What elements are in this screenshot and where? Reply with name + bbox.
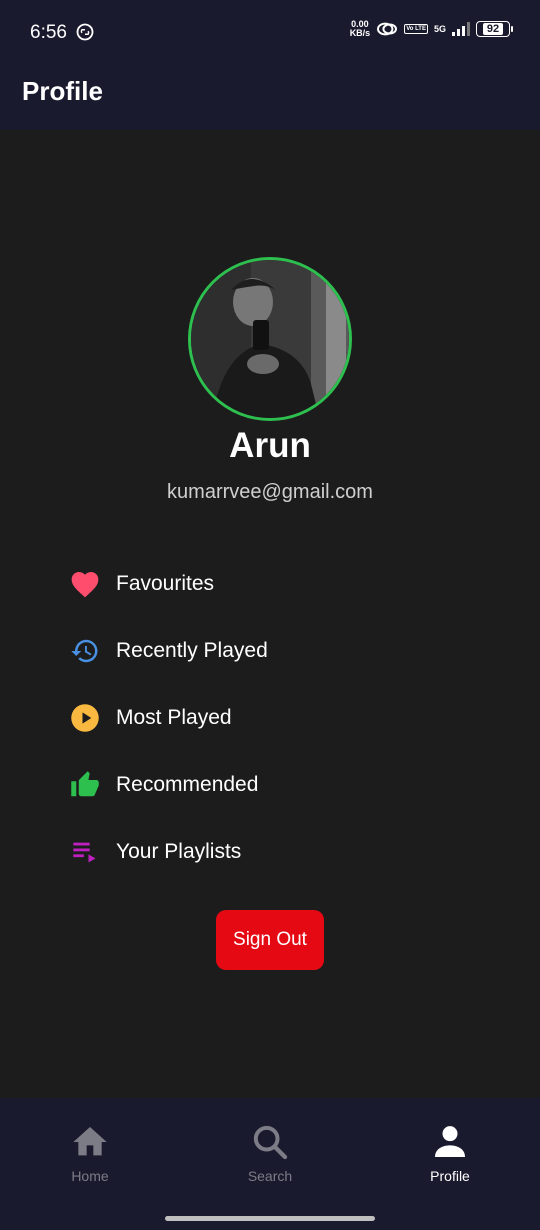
battery-level: 92 <box>482 23 504 35</box>
play-circle-icon <box>68 701 102 735</box>
tab-search[interactable]: Search <box>210 1122 330 1184</box>
sign-out-button[interactable]: Sign Out <box>216 910 324 970</box>
tab-label-profile: Profile <box>430 1168 470 1184</box>
menu-item-recently-played[interactable]: Recently Played <box>68 617 488 684</box>
home-icon <box>73 1127 107 1156</box>
person-icon <box>435 1126 465 1157</box>
user-email: kumarrvee@gmail.com <box>167 481 373 503</box>
battery-indicator: 92 <box>476 21 513 37</box>
heart-icon <box>68 567 102 601</box>
menu-item-recommended[interactable]: Recommended <box>68 751 488 818</box>
hotspot-icon <box>377 22 398 36</box>
menu-label-most-played: Most Played <box>116 705 232 729</box>
menu-item-most-played[interactable]: Most Played <box>68 684 488 751</box>
tab-profile[interactable]: Profile <box>390 1122 510 1184</box>
tab-label-home: Home <box>71 1168 109 1184</box>
thumbs-up-icon <box>68 768 102 802</box>
menu-item-your-playlists[interactable]: Your Playlists <box>68 818 488 885</box>
menu-label-recently-played: Recently Played <box>116 638 268 662</box>
tab-home[interactable]: Home <box>30 1122 150 1184</box>
network-speed-unit: KB/s <box>349 28 371 38</box>
app-bar: Profile <box>0 62 540 130</box>
signal-icon <box>452 22 470 36</box>
status-bar: 6:56 0.00 KB/s Vo LTE 5G 92 <box>0 0 540 62</box>
profile-photo <box>191 260 349 418</box>
tab-label-search: Search <box>247 1168 293 1184</box>
network-type: 5G <box>433 23 446 34</box>
profile-menu: Favourites Recently Played Most Played R… <box>68 550 488 885</box>
link-icon <box>76 23 94 41</box>
avatar <box>188 257 352 421</box>
volte-badge: Vo LTE <box>404 24 428 34</box>
menu-label-your-playlists: Your Playlists <box>116 839 242 863</box>
network-speed: 0.00 KB/s <box>350 20 371 38</box>
status-indicators: 0.00 KB/s Vo LTE 5G 92 <box>350 20 513 38</box>
menu-label-favourites: Favourites <box>116 571 215 595</box>
bottom-nav: Home Search Profile <box>0 1098 540 1230</box>
home-indicator[interactable] <box>165 1216 375 1221</box>
history-icon <box>68 634 102 668</box>
menu-label-recommended: Recommended <box>116 772 259 796</box>
search-icon <box>253 1125 288 1160</box>
page-title: Profile <box>22 76 103 106</box>
user-name: Arun <box>229 426 311 465</box>
status-time: 6:56 <box>30 22 67 43</box>
menu-item-favourites[interactable]: Favourites <box>68 550 488 617</box>
playlist-icon <box>68 835 102 869</box>
